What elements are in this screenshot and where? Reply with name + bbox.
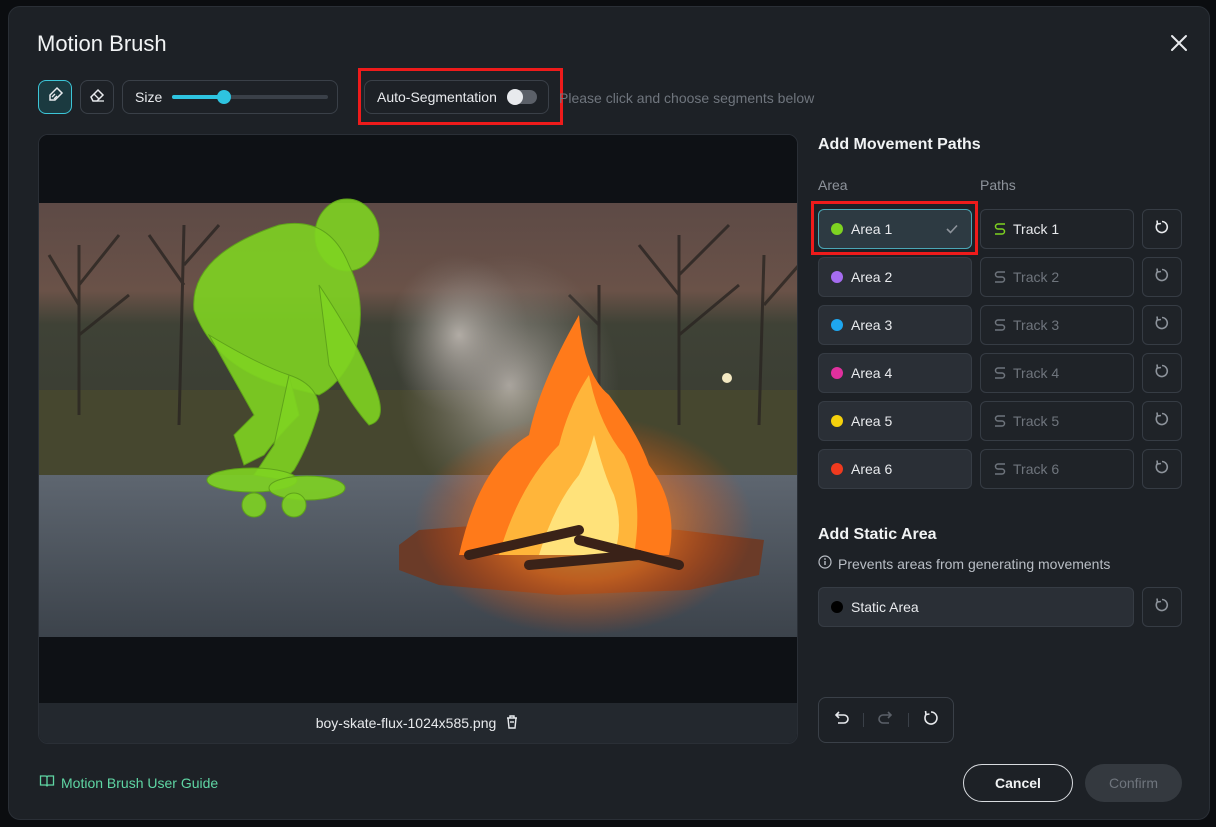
history-separator — [862, 713, 864, 727]
static-area-button[interactable]: Static Area — [818, 587, 1134, 627]
cancel-button[interactable]: Cancel — [963, 764, 1073, 802]
area-color-dot — [831, 463, 843, 475]
toggle-knob — [506, 89, 523, 105]
track-button-3[interactable]: Track 3 — [980, 305, 1134, 345]
track-label: Track 1 — [1013, 221, 1060, 237]
area-label: Area 5 — [851, 413, 893, 429]
eraser-tool-button[interactable] — [80, 80, 114, 114]
size-slider-fill — [172, 95, 224, 99]
auto-segmentation-toggle[interactable] — [506, 89, 537, 105]
area-button-3[interactable]: Area 3 — [818, 305, 972, 345]
history-controls — [818, 697, 954, 743]
brush-size-control: Size — [122, 80, 338, 114]
area-color-dot — [831, 319, 843, 331]
area-column-header: Area — [818, 177, 848, 193]
static-area-title: Add Static Area — [818, 526, 937, 543]
static-area-label: Static Area — [851, 599, 919, 615]
file-name: boy-skate-flux-1024x585.png — [315, 715, 497, 731]
row-reset-button-4[interactable] — [1142, 353, 1182, 393]
static-area-hint: Prevents areas from generating movements — [818, 555, 1110, 572]
area-color-dot — [831, 415, 843, 427]
check-icon — [945, 222, 959, 239]
undo-icon[interactable] — [832, 709, 850, 732]
size-slider[interactable] — [172, 90, 329, 104]
area-color-dot — [831, 223, 843, 235]
track-button-6[interactable]: Track 6 — [980, 449, 1134, 489]
area-label: Area 6 — [851, 461, 893, 477]
row-reset-button-6[interactable] — [1142, 449, 1182, 489]
track-label: Track 6 — [1013, 461, 1060, 477]
static-hint-text: Prevents areas from generating movements — [838, 555, 1111, 572]
track-label: Track 3 — [1013, 317, 1060, 333]
track-button-5[interactable]: Track 5 — [980, 401, 1134, 441]
path-icon — [993, 270, 1007, 284]
row-reset-button-3[interactable] — [1142, 305, 1182, 345]
reset-icon — [1154, 597, 1170, 618]
reset-icon — [1154, 219, 1170, 240]
path-icon — [993, 462, 1007, 476]
row-reset-button-5[interactable] — [1142, 401, 1182, 441]
area-label: Area 3 — [851, 317, 893, 333]
book-icon — [39, 773, 55, 792]
dialog-title: Motion Brush — [37, 31, 167, 56]
path-icon — [993, 366, 1007, 380]
area-button-6[interactable]: Area 6 — [818, 449, 972, 489]
reset-icon — [1154, 315, 1170, 336]
brush-tool-button[interactable] — [38, 80, 72, 114]
area-color-dot — [831, 367, 843, 379]
user-guide-label: Motion Brush User Guide — [61, 774, 219, 791]
size-label: Size — [135, 89, 163, 105]
auto-segmentation-label: Auto-Segmentation — [377, 89, 497, 105]
auto-segmentation-control: Auto-Segmentation — [364, 80, 549, 114]
area-button-4[interactable]: Area 4 — [818, 353, 972, 393]
static-color-dot — [831, 601, 843, 613]
area-button-1[interactable]: Area 1 — [818, 209, 972, 249]
track-label: Track 2 — [1013, 269, 1060, 285]
track-label: Track 4 — [1013, 365, 1060, 381]
track-label: Track 5 — [1013, 413, 1060, 429]
redo-icon[interactable] — [877, 709, 895, 732]
scene-image — [39, 135, 797, 705]
area-label: Area 2 — [851, 269, 893, 285]
brush-icon — [46, 86, 64, 109]
path-icon — [993, 414, 1007, 428]
track-button-4[interactable]: Track 4 — [980, 353, 1134, 393]
segmentation-hint: Please click and choose segments below — [559, 90, 815, 106]
paths-column-header: Paths — [980, 177, 1016, 193]
static-reset-button[interactable] — [1142, 587, 1182, 627]
reset-icon — [1154, 411, 1170, 432]
confirm-button[interactable]: Confirm — [1085, 764, 1182, 802]
row-reset-button-1[interactable] — [1142, 209, 1182, 249]
track-button-2[interactable]: Track 2 — [980, 257, 1134, 297]
reset-icon — [1154, 459, 1170, 480]
path-icon — [993, 222, 1007, 236]
user-guide-link[interactable]: Motion Brush User Guide — [39, 773, 218, 792]
reset-icon — [1154, 363, 1170, 384]
image-canvas[interactable]: boy-skate-flux-1024x585.png — [38, 134, 798, 744]
info-icon — [818, 555, 832, 572]
history-separator — [908, 713, 910, 727]
area-color-dot — [831, 271, 843, 283]
reset-icon — [1154, 267, 1170, 288]
trash-icon[interactable] — [504, 714, 520, 733]
size-slider-thumb[interactable] — [216, 90, 231, 104]
row-reset-button-2[interactable] — [1142, 257, 1182, 297]
area-button-2[interactable]: Area 2 — [818, 257, 972, 297]
file-bar: boy-skate-flux-1024x585.png — [39, 703, 797, 743]
movement-paths-title: Add Movement Paths — [818, 136, 981, 153]
motion-brush-dialog: Motion Brush Size Auto-Segmentation Plea… — [8, 6, 1210, 820]
track-button-1[interactable]: Track 1 — [980, 209, 1134, 249]
reset-all-icon[interactable] — [922, 709, 940, 732]
close-icon[interactable] — [1167, 31, 1191, 55]
path-icon — [993, 318, 1007, 332]
area-label: Area 4 — [851, 365, 893, 381]
eraser-icon — [88, 86, 106, 109]
area-label: Area 1 — [851, 221, 893, 237]
area-button-5[interactable]: Area 5 — [818, 401, 972, 441]
